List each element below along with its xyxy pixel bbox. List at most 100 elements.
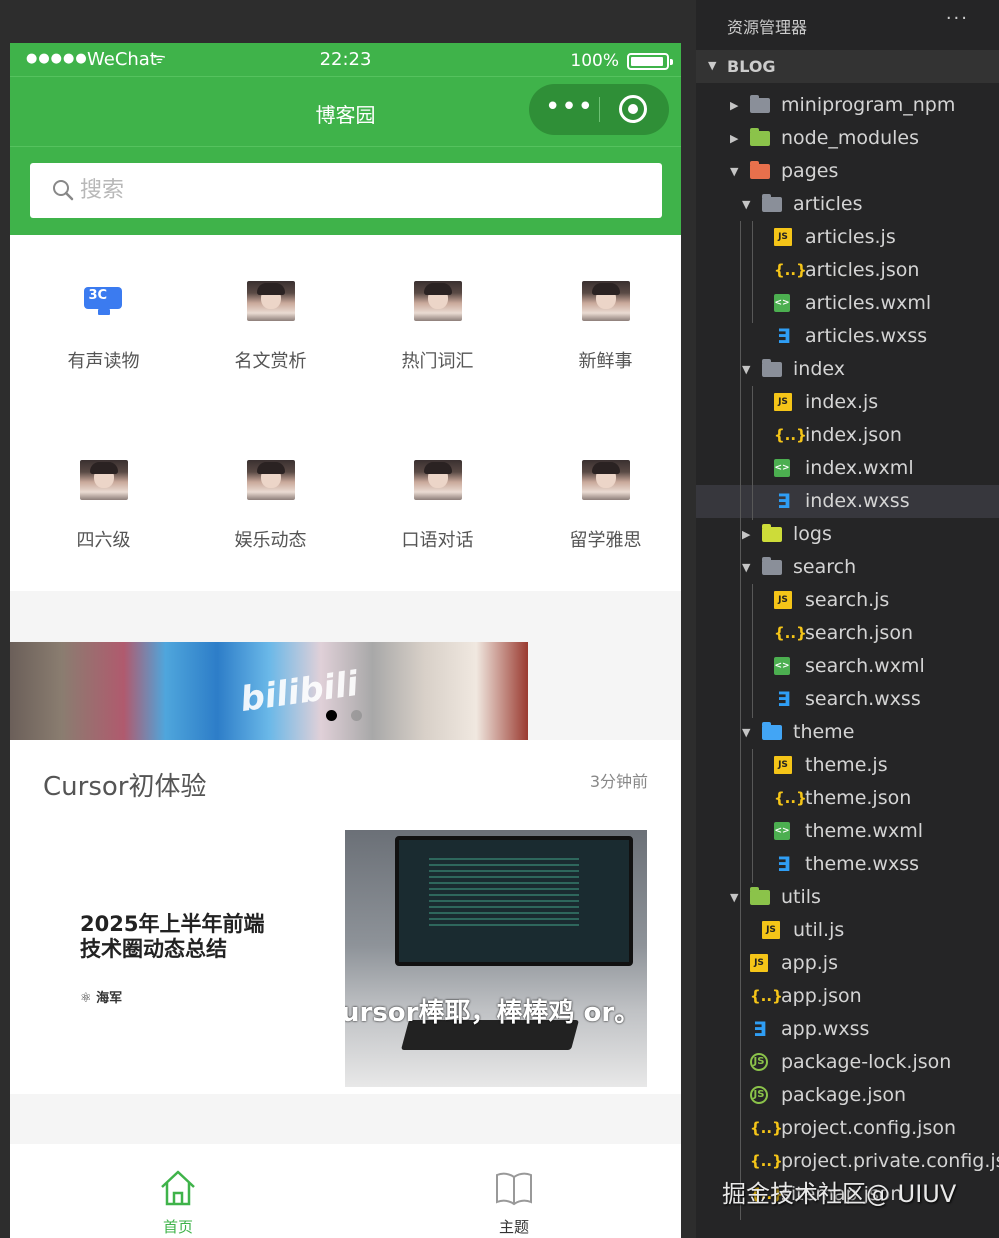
tree-item[interactable]: {..} articles.json [696, 254, 999, 287]
folder-icon [762, 524, 782, 542]
tree-item[interactable]: ▼ pages [696, 155, 999, 188]
article-title[interactable]: Cursor初体验 [43, 766, 206, 803]
tree-item[interactable]: ∃ app.wxss [696, 1013, 999, 1046]
tree-item-label: articles.json [805, 259, 920, 281]
tree-item[interactable]: JS articles.js [696, 221, 999, 254]
swiper-dot-active[interactable] [326, 710, 337, 721]
tree-item[interactable]: ∃ articles.wxss [696, 320, 999, 353]
tree-item[interactable]: <> theme.wxml [696, 815, 999, 848]
tree-item[interactable]: JS index.js [696, 386, 999, 419]
wxss-file-icon: ∃ [777, 489, 791, 513]
tree-item-label: project.private.config.js... [781, 1150, 999, 1172]
tree-item[interactable]: {..} search.json [696, 617, 999, 650]
tree-item[interactable]: ▶ logs [696, 518, 999, 551]
article-thumbnail-left: 2025年上半年前端 技术圈动态总结 ⚛ 海军 [43, 830, 343, 1087]
json-file-icon: {..} [750, 987, 783, 1005]
status-bar: ●●●●● WeChat ᯤ 22:23 100% [10, 43, 681, 76]
tree-item[interactable]: <> articles.wxml [696, 287, 999, 320]
capsule-divider [599, 97, 600, 122]
category-item[interactable]: 四六级 [20, 460, 187, 552]
chevron-right-icon[interactable]: ▶ [742, 528, 750, 541]
tree-item[interactable]: {..} theme.json [696, 782, 999, 815]
tree-item[interactable]: ▼ utils [696, 881, 999, 914]
explorer-panel: 资源管理器 ··· ▼ BLOG ▶ miniprogram_npm ▶ node_m… [696, 0, 999, 1238]
category-item[interactable]: 3C 有声读物 [20, 281, 187, 373]
portrait-icon [413, 460, 462, 500]
tree-item[interactable]: ▼ search [696, 551, 999, 584]
tree-item[interactable]: ▼ articles [696, 188, 999, 221]
chevron-down-icon[interactable]: ▼ [742, 363, 750, 376]
tab-theme[interactable]: 主题 [346, 1144, 681, 1238]
chevron-right-icon[interactable]: ▶ [730, 132, 738, 145]
tree-item[interactable]: ∃ search.wxss [696, 683, 999, 716]
close-miniprogram-button[interactable] [619, 95, 647, 123]
category-grid: 3C 有声读物 名文赏析 热门词汇 新鲜事四六级 娱乐动态 口语对话 留学雅思 [10, 235, 681, 591]
explorer-more-icon[interactable]: ··· [946, 8, 969, 29]
tree-item[interactable]: {..} project.config.json [696, 1112, 999, 1145]
article-card[interactable]: Cursor初体验 3分钟前 2025年上半年前端 技术圈动态总结 ⚛ 海军 u… [10, 740, 681, 1094]
npm-package-icon: JS [750, 1086, 768, 1104]
category-label: 娱乐动态 [234, 530, 307, 551]
category-label: 口语对话 [401, 530, 474, 551]
js-file-icon: JS [750, 954, 768, 972]
tree-item[interactable]: ▼ theme [696, 716, 999, 749]
tab-home[interactable]: 首页 [10, 1144, 346, 1238]
tree-item[interactable]: ∃ theme.wxss [696, 848, 999, 881]
tree-item-label: app.wxss [781, 1018, 870, 1040]
chevron-down-icon[interactable]: ▼ [742, 726, 750, 739]
tree-item-label: util.js [793, 919, 845, 941]
tree-item[interactable]: JS theme.js [696, 749, 999, 782]
category-item[interactable]: 名文赏析 [187, 281, 354, 373]
battery-percent: 100% [570, 51, 619, 71]
json-file-icon: {..} [774, 624, 807, 642]
portrait-icon [413, 281, 462, 321]
tree-item[interactable]: <> index.wxml [696, 452, 999, 485]
search-box[interactable] [30, 163, 662, 218]
tree-item[interactable]: JS app.js [696, 947, 999, 980]
swiper-dot[interactable] [351, 710, 362, 721]
tab-bar: 首页 主题 [10, 1144, 681, 1238]
tree-item[interactable]: ▶ miniprogram_npm [696, 89, 999, 122]
tree-item-label: index.js [805, 391, 879, 413]
category-item[interactable]: 口语对话 [354, 460, 521, 552]
chevron-down-icon[interactable]: ▼ [730, 891, 738, 904]
chevron-down-icon[interactable]: ▼ [742, 561, 750, 574]
tree-item[interactable]: ▶ node_modules [696, 122, 999, 155]
tree-item[interactable]: ▼ index [696, 353, 999, 386]
tree-item-label: theme.wxml [805, 820, 923, 842]
more-menu-button[interactable]: ••• [545, 94, 593, 124]
tree-item[interactable]: JS package-lock.json [696, 1046, 999, 1079]
tree-item-label: utils [781, 886, 821, 908]
chevron-right-icon[interactable]: ▶ [730, 99, 738, 112]
tree-item[interactable]: <> search.wxml [696, 650, 999, 683]
folder-icon [762, 194, 782, 212]
portrait-icon [246, 460, 295, 500]
search-area [10, 147, 681, 235]
tree-item[interactable]: {..} app.json [696, 980, 999, 1013]
banner-swiper[interactable]: bilibili [10, 642, 528, 740]
json-file-icon: {..} [774, 261, 807, 279]
json-file-icon: {..} [750, 1152, 783, 1170]
search-icon [53, 180, 74, 201]
section-blog[interactable]: ▼ BLOG [696, 50, 999, 83]
search-input[interactable] [80, 171, 640, 209]
tree-item[interactable]: JS package.json [696, 1079, 999, 1112]
wxml-file-icon: <> [774, 459, 790, 477]
watermark: 掘金技术社区@ UIUV [722, 1180, 957, 1208]
folder-icon [762, 359, 782, 377]
category-item[interactable]: 留学雅思 [522, 460, 681, 552]
tree-item[interactable]: JS search.js [696, 584, 999, 617]
chevron-down-icon[interactable]: ▼ [730, 165, 738, 178]
chevron-down-icon[interactable]: ▼ [742, 198, 750, 211]
category-item[interactable]: 热门词汇 [354, 281, 521, 373]
folder-icon [762, 557, 782, 575]
tree-item-label: logs [793, 523, 832, 545]
category-item[interactable]: 新鲜事 [522, 281, 681, 373]
tree-item-label: theme.json [805, 787, 912, 809]
portrait-icon [581, 281, 630, 321]
tree-item[interactable]: JS util.js [696, 914, 999, 947]
chevron-down-icon: ▼ [708, 59, 717, 72]
category-item[interactable]: 娱乐动态 [187, 460, 354, 552]
tree-item[interactable]: {..} index.json [696, 419, 999, 452]
tree-item[interactable]: ∃ index.wxss [696, 485, 999, 518]
